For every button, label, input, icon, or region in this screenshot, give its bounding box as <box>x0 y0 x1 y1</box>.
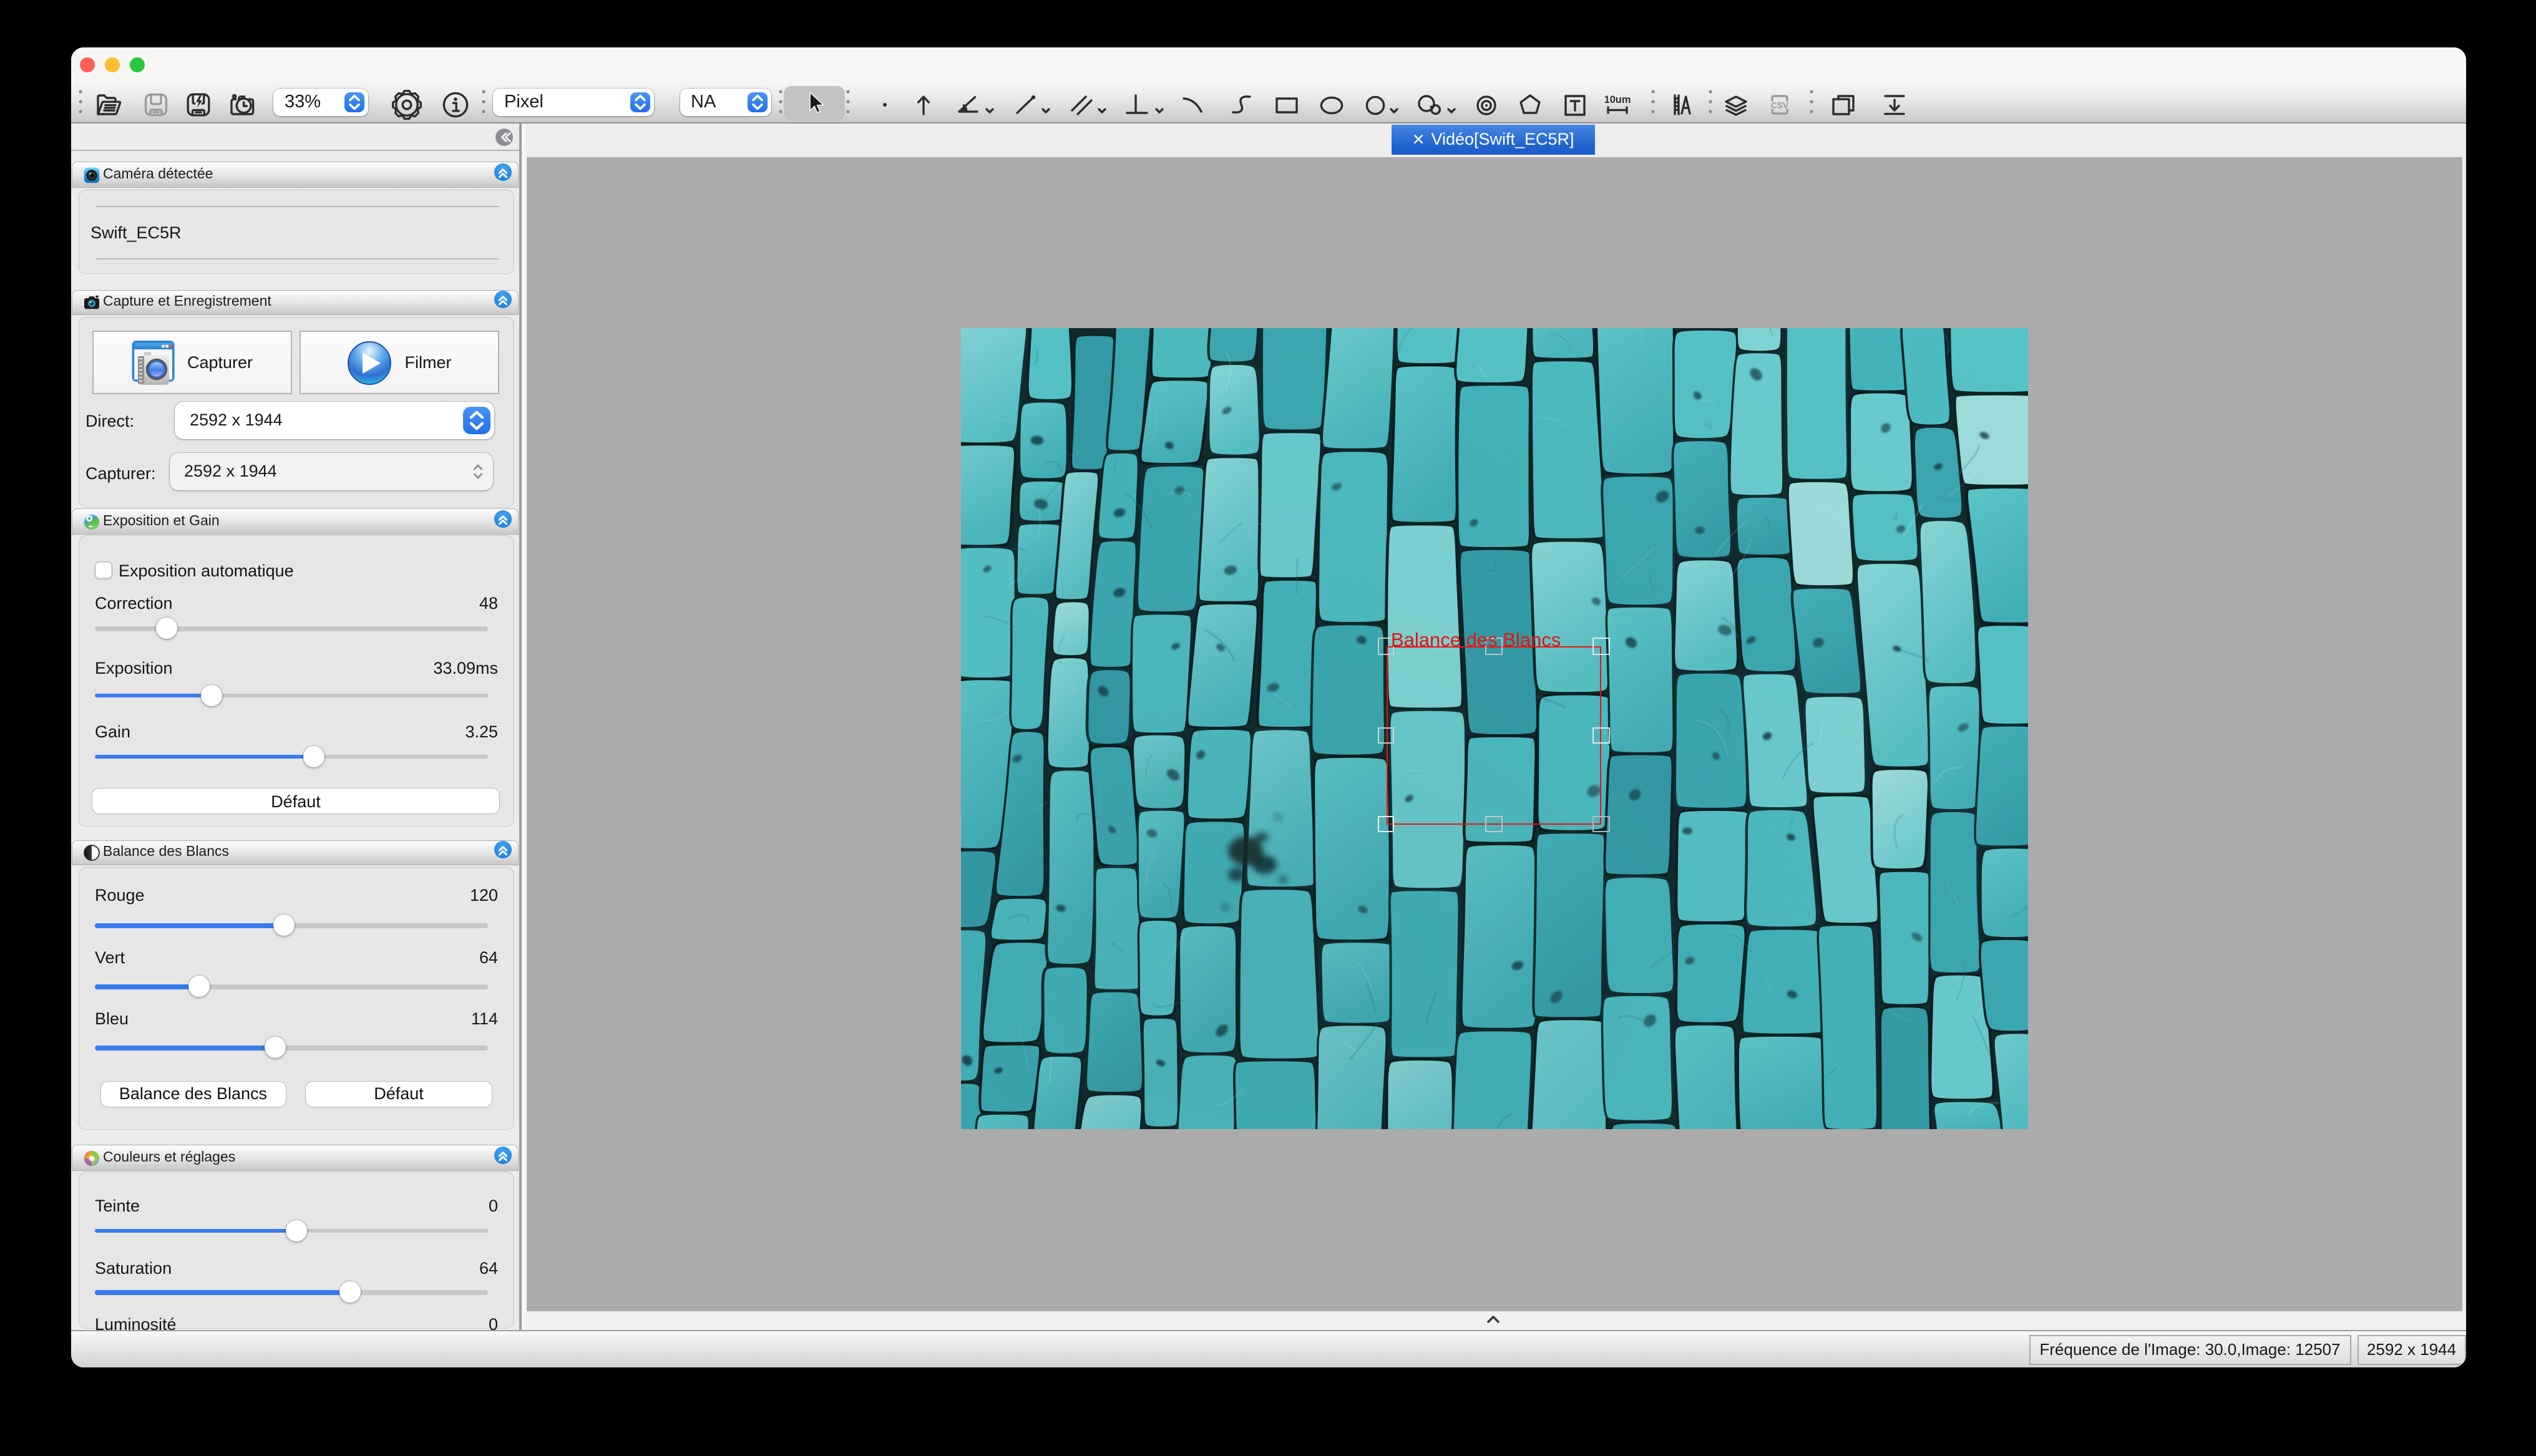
svg-text:10um: 10um <box>1604 94 1631 105</box>
svg-text:CSV: CSV <box>1771 100 1788 110</box>
